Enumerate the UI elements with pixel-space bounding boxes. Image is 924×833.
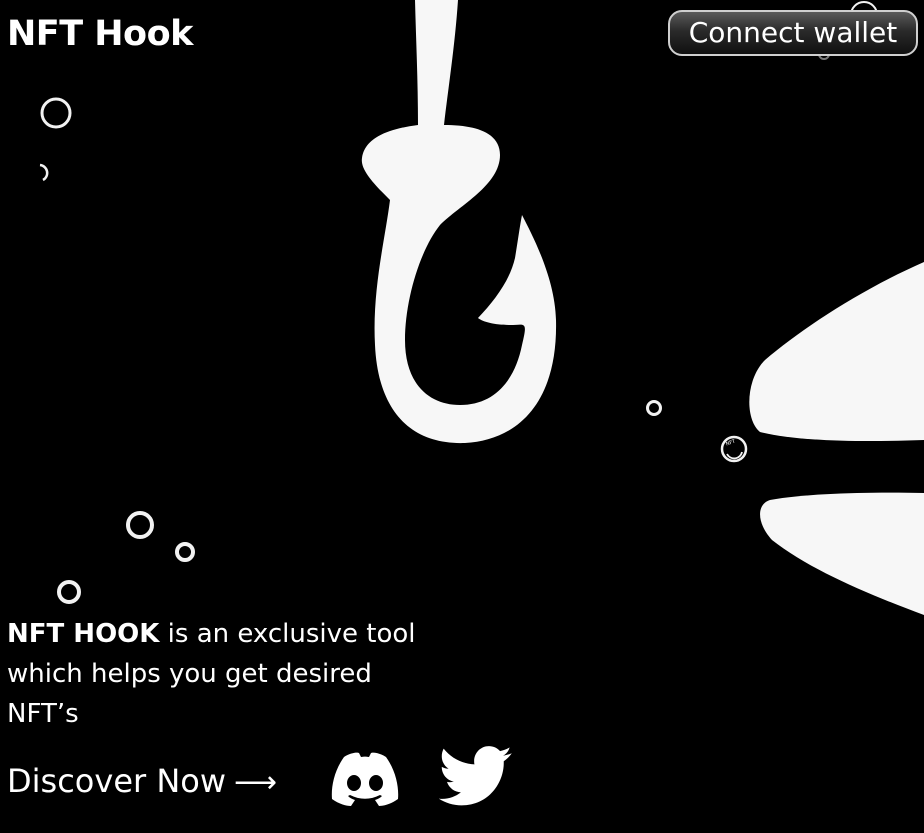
connect-wallet-button[interactable]: Connect wallet: [668, 10, 918, 56]
arrow-right-icon: ⟶: [234, 765, 278, 800]
twitter-icon: [439, 746, 512, 806]
bubble: [126, 511, 154, 539]
discord-icon: [331, 752, 399, 806]
bubble: [175, 542, 195, 562]
logo[interactable]: NFT Hook: [7, 13, 193, 55]
bubble: [40, 97, 72, 129]
twitter-link[interactable]: [439, 746, 513, 808]
tagline-brand: NFT HOOK: [7, 619, 160, 649]
bubble: [39, 163, 49, 182]
bubble: [646, 400, 662, 416]
tagline: NFT HOOK is an exclusive tool which help…: [7, 614, 447, 734]
discord-link[interactable]: [324, 751, 406, 807]
fishing-hook-icon: [361, 0, 557, 444]
discover-label: Discover Now: [7, 762, 227, 800]
fish-mouth-icon: [749, 262, 924, 615]
discover-now-link[interactable]: Discover Now ⟶: [7, 758, 277, 804]
bubbles: [39, 1, 878, 604]
bubble: [57, 580, 81, 604]
